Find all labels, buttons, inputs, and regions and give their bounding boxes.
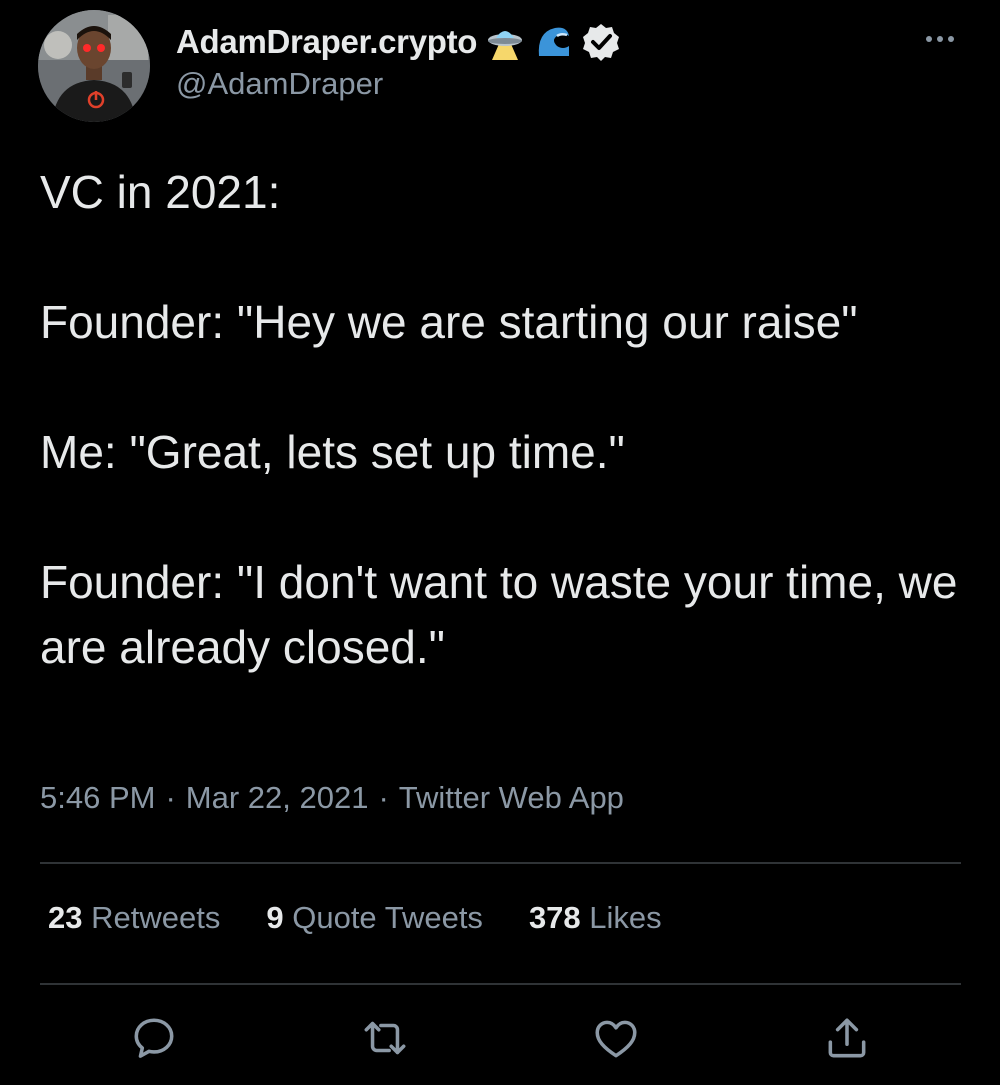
reply-button[interactable] — [124, 1008, 184, 1068]
tweet-time[interactable]: 5:46 PM — [40, 780, 155, 815]
quote-tweets-count: 9 — [266, 900, 284, 935]
meta-separator: · — [165, 780, 176, 815]
retweet-button[interactable] — [355, 1008, 415, 1068]
like-icon — [595, 1020, 637, 1058]
retweets-count: 23 — [48, 900, 83, 935]
reply-icon — [134, 1018, 174, 1058]
quote-tweets-label: Quote Tweets — [292, 900, 483, 935]
retweet-icon — [364, 1021, 406, 1055]
tweet-paragraph: Founder: "Hey we are starting our raise" — [40, 296, 858, 348]
wave-icon — [538, 27, 570, 56]
retweets-stat[interactable]: 23 Retweets — [48, 900, 220, 936]
user-handle[interactable]: @AdamDraper — [176, 66, 383, 102]
likes-stat[interactable]: 378 Likes — [529, 900, 662, 936]
tweet-text: VC in 2021: Founder: "Hey we are startin… — [40, 160, 960, 680]
tweet-stats: 23 Retweets 9 Quote Tweets 378 Likes — [48, 900, 662, 936]
more-dot — [926, 36, 932, 42]
verified-badge-icon — [583, 24, 620, 61]
likes-count: 378 — [528, 900, 581, 935]
more-dot — [937, 36, 943, 42]
like-button[interactable] — [586, 1008, 646, 1068]
quote-tweets-stat[interactable]: 9 Quote Tweets — [266, 900, 483, 936]
likes-label: Likes — [589, 900, 662, 935]
display-name[interactable]: AdamDraper.crypto — [176, 23, 477, 61]
share-button[interactable] — [817, 1008, 877, 1068]
tweet-source[interactable]: Twitter Web App — [399, 780, 624, 815]
tweet-paragraph: Me: "Great, lets set up time." — [40, 426, 625, 478]
retweets-label: Retweets — [91, 900, 221, 935]
tweet-actions — [0, 1008, 1000, 1068]
tweet-detail: AdamDraper.crypto @AdamDraper VC in 2021… — [0, 0, 1000, 1085]
share-icon — [828, 1018, 866, 1058]
divider — [40, 862, 961, 864]
divider — [40, 983, 961, 985]
more-options-button[interactable] — [918, 24, 962, 54]
ufo-icon — [488, 31, 523, 60]
tweet-metadata: 5:46 PM · Mar 22, 2021 · Twitter Web App — [40, 780, 624, 816]
more-dot — [948, 36, 954, 42]
avatar[interactable] — [38, 10, 150, 122]
tweet-paragraph: VC in 2021: — [40, 166, 281, 218]
tweet-date[interactable]: Mar 22, 2021 — [186, 780, 369, 815]
tweet-paragraph: Founder: "I don't want to waste your tim… — [40, 556, 958, 673]
meta-separator: · — [378, 780, 389, 815]
avatar-image — [38, 10, 150, 122]
display-name-row: AdamDraper.crypto — [176, 20, 621, 64]
